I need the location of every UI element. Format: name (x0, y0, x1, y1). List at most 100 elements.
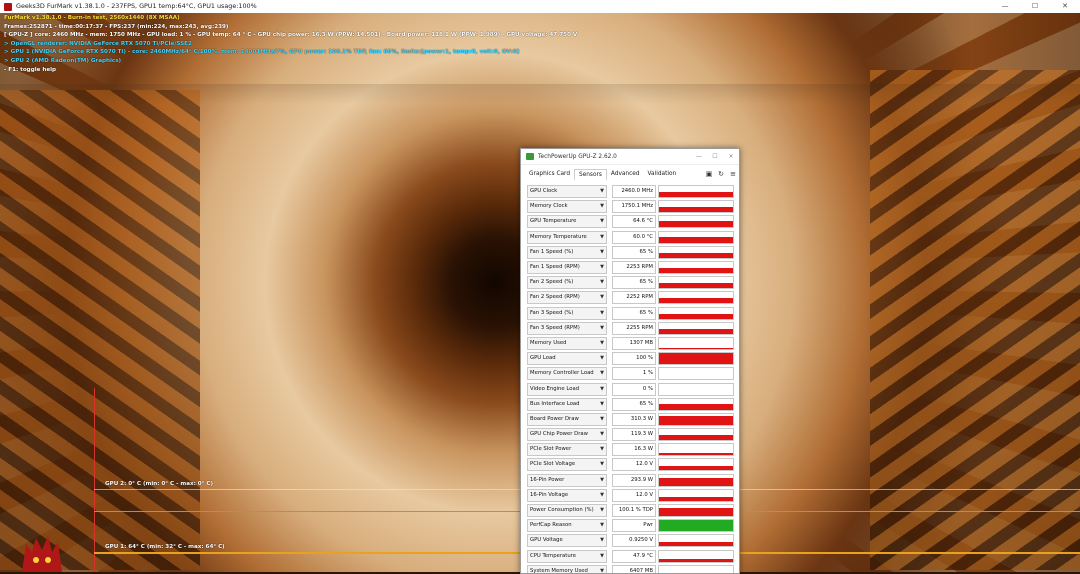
sensor-name-dropdown[interactable]: GPU Temperature▼ (527, 215, 607, 228)
sensor-name-dropdown[interactable]: Memory Controller Load ▼ (527, 367, 607, 380)
chevron-down-icon[interactable]: ▼ (600, 429, 604, 440)
chevron-down-icon[interactable]: ▼ (600, 262, 604, 273)
chevron-down-icon[interactable]: ▼ (600, 566, 604, 574)
menu-icon[interactable]: ≡ (727, 170, 739, 178)
maximize-button[interactable]: ☐ (1020, 0, 1050, 13)
chevron-down-icon[interactable]: ▼ (600, 475, 604, 486)
sensor-name-dropdown[interactable]: PCIe Slot Voltage▼ (527, 458, 607, 471)
sensor-graph-fill (659, 520, 733, 531)
chevron-down-icon[interactable]: ▼ (600, 505, 604, 516)
sensor-row: GPU Clock ▼ 2460.0 MHz (527, 184, 735, 199)
refresh-icon[interactable]: ↻ (715, 170, 727, 178)
gpuz-close-button[interactable]: ✕ (723, 153, 739, 160)
sensor-row: PCIe Slot Voltage▼12.0 V (527, 457, 735, 472)
sensor-name-label: Memory Clock (530, 203, 568, 209)
sensor-name-dropdown[interactable]: GPU Chip Power Draw ▼ (527, 428, 607, 441)
sensor-graph (658, 504, 734, 517)
sensor-name-dropdown[interactable]: Fan 3 Speed (%) ▼ (527, 307, 607, 320)
sensor-name-dropdown[interactable]: Board Power Draw▼ (527, 413, 607, 426)
chevron-down-icon[interactable]: ▼ (600, 186, 604, 197)
sensor-name-label: System Memory Used (530, 568, 588, 574)
sensor-name-dropdown[interactable]: System Memory Used ▼ (527, 565, 607, 574)
chevron-down-icon[interactable]: ▼ (600, 459, 604, 470)
sensor-value: 60.0 °C (612, 231, 656, 244)
sensor-name-label: Bus Interface Load (530, 401, 580, 407)
sensor-name-dropdown[interactable]: GPU Load▼ (527, 352, 607, 365)
chevron-down-icon[interactable]: ▼ (600, 338, 604, 349)
sensor-name-dropdown[interactable]: GPU Clock ▼ (527, 185, 607, 198)
chevron-down-icon[interactable]: ▼ (600, 414, 604, 425)
sensor-name-label: GPU Chip Power Draw (530, 431, 588, 437)
tab-sensors[interactable]: Sensors (574, 169, 607, 180)
sensor-name-dropdown[interactable]: Fan 1 Speed (RPM)▼ (527, 261, 607, 274)
sensor-name-dropdown[interactable]: 16-Pin Voltage▼ (527, 489, 607, 502)
tab-advanced[interactable]: Advanced (607, 171, 644, 177)
chevron-down-icon[interactable]: ▼ (600, 399, 604, 410)
sensor-name-dropdown[interactable]: Fan 2 Speed (%)▼ (527, 276, 607, 289)
close-button[interactable]: ✕ (1050, 0, 1080, 13)
sensor-name-dropdown[interactable]: Fan 2 Speed (RPM)▼ (527, 291, 607, 304)
gpuz-maximize-button[interactable]: ☐ (707, 153, 723, 160)
sensor-name-dropdown[interactable]: Memory Used▼ (527, 337, 607, 350)
sensor-name-dropdown[interactable]: Memory Clock ▼ (527, 200, 607, 213)
chevron-down-icon[interactable]: ▼ (600, 277, 604, 288)
chevron-down-icon[interactable]: ▼ (600, 247, 604, 258)
sensor-graph-fill (659, 283, 733, 288)
sensor-row: Memory Used▼1307 MB (527, 336, 735, 351)
sensor-name-dropdown[interactable]: Video Engine Load▼ (527, 383, 607, 396)
overlay-version-line: FurMark v1.38.1.0 - Burn-in test, 2560x1… (4, 14, 577, 23)
sensor-name-label: Memory Controller Load (530, 370, 594, 376)
sensor-row: Fan 1 Speed (RPM)▼2253 RPM (527, 260, 735, 275)
furmark-app-icon (4, 3, 12, 11)
chevron-down-icon[interactable]: ▼ (600, 308, 604, 319)
chevron-down-icon[interactable]: ▼ (600, 368, 604, 379)
sensor-name-dropdown[interactable]: Memory Temperature▼ (527, 231, 607, 244)
sensor-name-label: GPU Clock (530, 188, 557, 194)
minimize-button[interactable]: — (990, 0, 1020, 13)
sensor-name-dropdown[interactable]: Bus Interface Load ▼ (527, 398, 607, 411)
sensor-value: 65 % (612, 398, 656, 411)
sensor-value: 65 % (612, 276, 656, 289)
sensor-value: 119.3 W (612, 428, 656, 441)
sensor-name-dropdown[interactable]: PCIe Slot Power▼ (527, 443, 607, 456)
sensor-name-label: PerfCap Reason (530, 522, 572, 528)
sensor-name-dropdown[interactable]: Fan 3 Speed (RPM)▼ (527, 322, 607, 335)
tab-validation[interactable]: Validation (644, 171, 681, 177)
gpuz-app-icon (526, 153, 534, 160)
chevron-down-icon[interactable]: ▼ (600, 444, 604, 455)
sensor-row: Fan 3 Speed (RPM)▼2255 RPM (527, 321, 735, 336)
sensor-name-dropdown[interactable]: PerfCap Reason ▼ (527, 519, 607, 532)
sensor-row: Memory Controller Load▼1 % (527, 366, 735, 381)
chevron-down-icon[interactable]: ▼ (600, 323, 604, 334)
gpuz-window[interactable]: TechPowerUp GPU-Z 2.62.0 — ☐ ✕ Graphics … (520, 148, 740, 574)
sensor-row: Fan 1 Speed (%)▼65 % (527, 245, 735, 260)
sensor-name-dropdown[interactable]: Power Consumption (%) ▼ (527, 504, 607, 517)
sensor-name-dropdown[interactable]: CPU Temperature▼ (527, 550, 607, 563)
chevron-down-icon[interactable]: ▼ (600, 353, 604, 364)
chevron-down-icon[interactable]: ▼ (600, 201, 604, 212)
sensor-name-dropdown[interactable]: GPU Voltage▼ (527, 534, 607, 547)
tab-graphics-card[interactable]: Graphics Card (525, 171, 574, 177)
camera-icon[interactable]: ▣ (703, 170, 715, 178)
chevron-down-icon[interactable]: ▼ (600, 551, 604, 562)
sensor-graph (658, 534, 734, 547)
sensor-graph (658, 231, 734, 244)
sensor-name-label: Fan 1 Speed (%) (530, 249, 573, 255)
chevron-down-icon[interactable]: ▼ (600, 232, 604, 243)
sensor-name-dropdown[interactable]: 16-Pin Power▼ (527, 474, 607, 487)
chevron-down-icon[interactable]: ▼ (600, 520, 604, 531)
chevron-down-icon[interactable]: ▼ (600, 384, 604, 395)
sensor-name-label: Power Consumption (%) (530, 507, 594, 513)
sensor-value: 2460.0 MHz (612, 185, 656, 198)
sensor-graph-fill (659, 542, 733, 546)
chevron-down-icon[interactable]: ▼ (600, 490, 604, 501)
chevron-down-icon[interactable]: ▼ (600, 535, 604, 546)
sensor-name-label: Fan 3 Speed (%) (530, 310, 573, 316)
chevron-down-icon[interactable]: ▼ (600, 216, 604, 227)
sensor-name-dropdown[interactable]: Fan 1 Speed (%) ▼ (527, 246, 607, 259)
chevron-down-icon[interactable]: ▼ (600, 292, 604, 303)
sensor-graph (658, 474, 734, 487)
sensor-value: 6407 MB (612, 565, 656, 574)
sensor-value: 65 % (612, 307, 656, 320)
gpuz-minimize-button[interactable]: — (691, 153, 707, 160)
